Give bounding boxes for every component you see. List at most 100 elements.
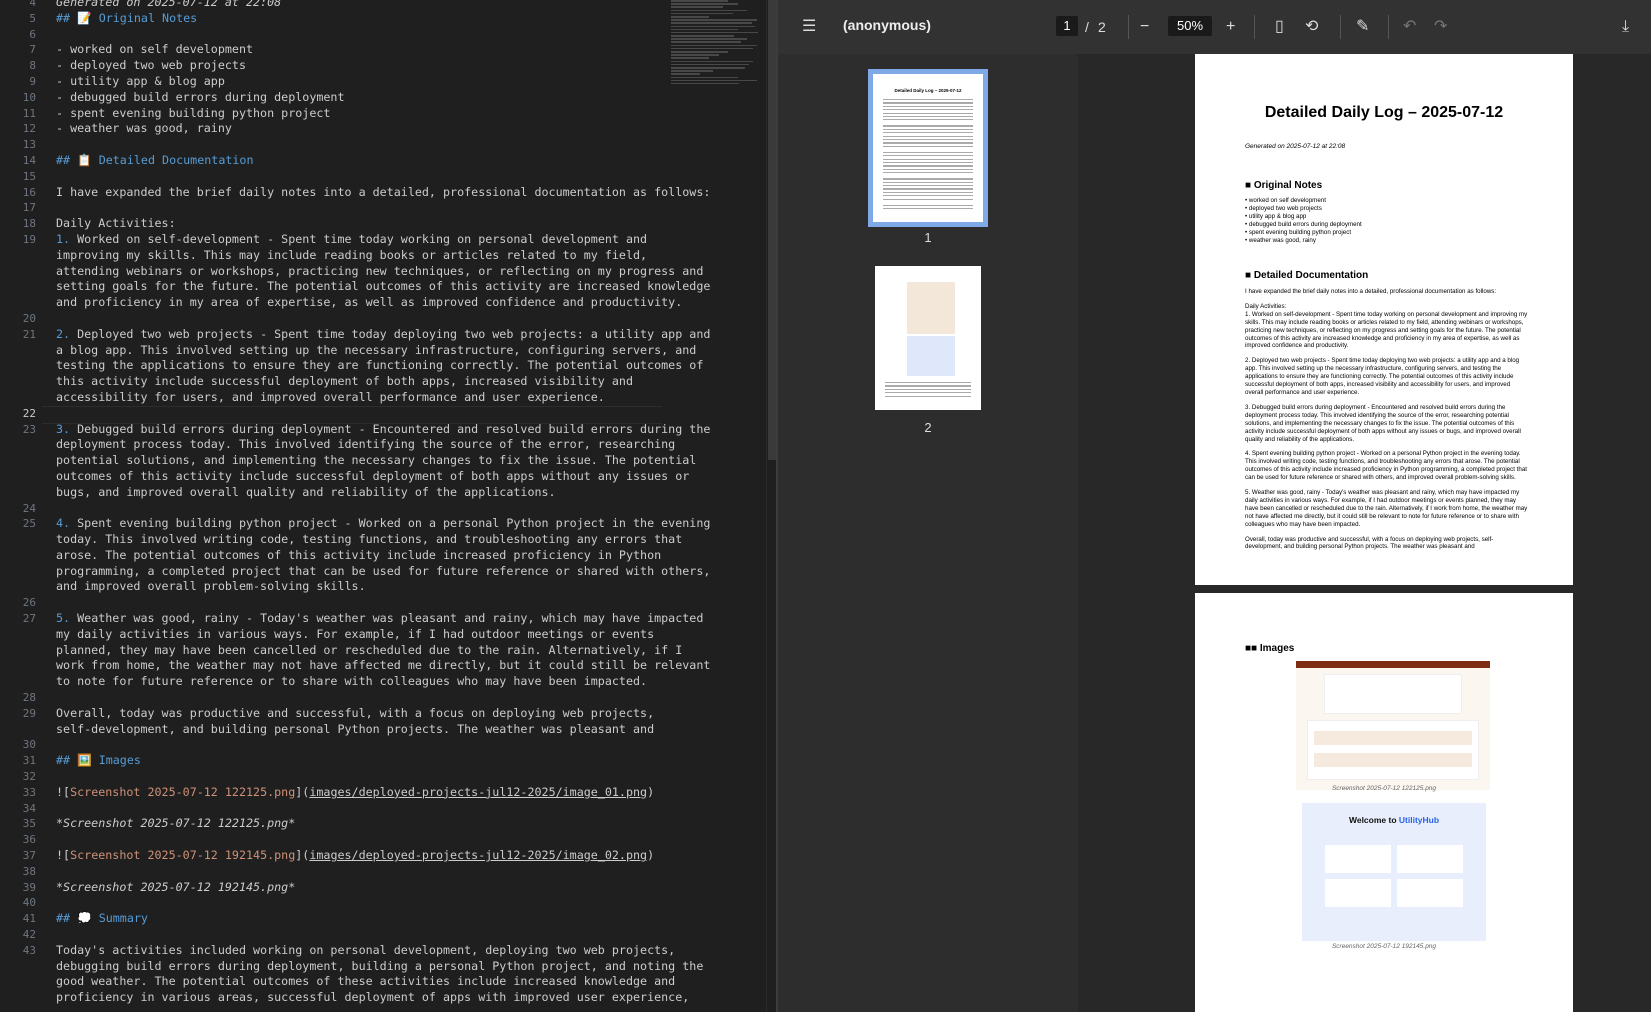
editor-line[interactable]: a blog app. This involved setting up the… [0,343,696,359]
editor-line[interactable]: 7 - worked on self development [0,42,680,58]
editor-line[interactable]: 30 [0,737,680,753]
editor-line[interactable]: 19 1. Worked on self-development - Spent … [0,232,680,248]
thumbnail-text-line [883,115,973,118]
editor-line[interactable]: work from home, the weather may not have… [0,658,710,674]
thumbnail-text-line [883,105,973,107]
editor-line[interactable]: 24 [0,501,680,517]
editor-line[interactable]: 4 Generated on 2025-07-12 at 22:08 [0,0,680,11]
editor-line[interactable]: 18 Daily Activities: [0,216,680,232]
editor-line[interactable]: 35 *Screenshot 2025-07-12 122125.png* [0,816,680,832]
editor-line[interactable]: my daily activities in various ways. For… [0,627,680,643]
editor-line[interactable]: 6 [0,27,680,43]
pdf-note-item: • worked on self development [1245,197,1326,204]
editor-line[interactable]: 21 2. Deployed two web projects - Spent t… [0,327,711,343]
editor-line[interactable]: 11 - spent evening building python projec… [0,106,680,122]
pdf-pages[interactable]: Detailed Daily Log – 2025-07-12 Generate… [1078,54,1651,1012]
undo-icon[interactable]: ↶ [1403,17,1416,37]
editor-line[interactable]: 8 - deployed two web projects [0,58,680,74]
line-number: 6 [29,27,36,41]
editor-line[interactable]: 17 [0,200,680,216]
editor-line[interactable]: today. This involved writing code, testi… [0,532,682,548]
draw-icon[interactable]: ✎ [1356,17,1369,37]
editor-line[interactable]: 33 ![Screenshot 2025-07-12 122125.png](im… [0,785,680,801]
pdf-paragraph: Overall, today was productive and succes… [1245,535,1494,551]
editor-lines[interactable]: 4 Generated on 2025-07-12 at 22:08 5 ## 📝 O… [0,0,711,1006]
minimap-line [671,9,747,12]
hub-card [1397,879,1463,907]
menu-icon[interactable]: ☰ [802,17,816,37]
editor-line[interactable]: improving my skills. This may include re… [0,248,680,264]
editor-line[interactable]: and improved overall problem-solving ski… [0,579,680,595]
editor-scrollbar-thumb[interactable] [768,0,776,460]
editor-line[interactable]: 39 *Screenshot 2025-07-12 192145.png* [0,880,680,896]
editor-line[interactable]: 32 [0,769,680,785]
rotate-icon[interactable]: ⟲ [1305,17,1318,37]
pdf-heading-original: ■ Original Notes [1245,180,1323,191]
editor-line[interactable]: proficiency in various areas, successful… [0,990,689,1006]
page-number-input[interactable]: 1 [1056,16,1078,36]
download-icon[interactable]: ⤓ [1622,17,1629,37]
editor-line[interactable]: debugging build errors during deployment… [0,959,703,975]
editor-line[interactable]: 36 [0,832,680,848]
editor-line[interactable]: 15 [0,169,680,185]
editor-line[interactable]: 9 - utility app & blog app [0,74,680,90]
pdf-daily-label: Daily Activities: [1245,302,1287,310]
line-number: 27 [22,612,36,626]
markdown-editor[interactable]: 4 Generated on 2025-07-12 at 22:08 5 ## 📝 O… [0,0,776,1012]
editor-line[interactable]: attending webinars or workshops, practic… [0,264,703,280]
thumbnail-page-2[interactable] [875,266,981,410]
editor-line[interactable]: testing the applications to ensure they … [0,358,703,374]
thumbnail-text-line [885,382,971,384]
editor-line[interactable]: 28 [0,690,680,706]
thumbnail-page-1[interactable]: Detailed Daily Log – 2025-07-12 [868,69,988,227]
editor-line[interactable]: 26 [0,595,680,611]
fit-page-icon[interactable]: ▯ [1275,17,1284,37]
editor-line[interactable]: 5 ## 📝 Original Notes [0,11,680,27]
editor-line[interactable]: outcomes of this activity include succes… [0,469,689,485]
editor-line[interactable]: accessibility for users, and improved ov… [0,390,680,406]
zoom-in-icon[interactable]: + [1226,17,1235,37]
pdf-paragraph: 5. Weather was good, rainy - Today's wea… [1245,489,1528,528]
editor-line[interactable]: 13 [0,137,680,153]
editor-line[interactable]: 10 - debugged build errors during deploym… [0,90,680,106]
line-text: ## 📝 Original Notes [56,10,198,25]
editor-line[interactable]: programming, a completed project that ca… [0,564,710,580]
zoom-level[interactable]: 50% [1168,16,1212,36]
editor-line[interactable]: 40 [0,895,680,911]
zoom-out-icon[interactable]: − [1140,17,1149,37]
minimap[interactable] [671,0,766,110]
editor-line[interactable]: this activity include successful deploym… [0,374,680,390]
thumbnail-text-line [883,128,973,130]
line-text: outcomes of this activity include succes… [56,468,690,483]
editor-line[interactable]: arose. The potential outcomes of this ac… [0,548,680,564]
editor-line[interactable]: to note for future reference or to share… [0,674,680,690]
line-number: 14 [22,153,36,167]
editor-line[interactable]: bugs, and improved overall quality and r… [0,485,680,501]
editor-line[interactable]: 38 [0,864,680,880]
editor-line[interactable]: setting goals for the future. The potent… [0,279,710,295]
editor-line[interactable]: 27 5. Weather was good, rainy - Today's w… [0,611,704,627]
editor-line[interactable]: 20 [0,311,680,327]
editor-line[interactable]: good weather. The potential outcomes of … [0,974,680,990]
editor-line[interactable]: 22 [0,405,680,424]
redo-icon[interactable]: ↷ [1434,17,1447,37]
editor-line[interactable]: 12 - weather was good, rainy [0,121,680,137]
editor-line[interactable]: 14 ## 📋 Detailed Documentation [0,153,680,169]
editor-line[interactable]: self-development, and building personal … [0,722,680,738]
editor-line[interactable]: 34 [0,801,680,817]
editor-line[interactable]: deployment process today. This involved … [0,437,680,453]
editor-line[interactable]: 37 ![Screenshot 2025-07-12 192145.png](im… [0,848,680,864]
editor-line[interactable]: 42 [0,927,680,943]
line-number: 29 [22,706,36,720]
editor-line[interactable]: planned, they may have been cancelled or… [0,643,682,659]
editor-line[interactable]: 16 I have expanded the brief daily notes … [0,185,711,201]
editor-line[interactable]: potential solutions, and implementing th… [0,453,696,469]
editor-line[interactable]: 31 ## 🖼️ Images [0,753,680,769]
editor-line[interactable]: 29 Overall, today was productive and succ… [0,706,680,722]
editor-line[interactable]: 41 ## 💭 Summary [0,911,680,927]
editor-line[interactable]: and proficiency in my area of expertise,… [0,295,682,311]
editor-line[interactable]: 43 Today's activities included working on… [0,943,680,959]
minimap-line [671,15,709,18]
editor-line[interactable]: 23 3. Debugged build errors during deploy… [0,422,711,438]
editor-line[interactable]: 25 4. Spent evening building python proje… [0,516,711,532]
